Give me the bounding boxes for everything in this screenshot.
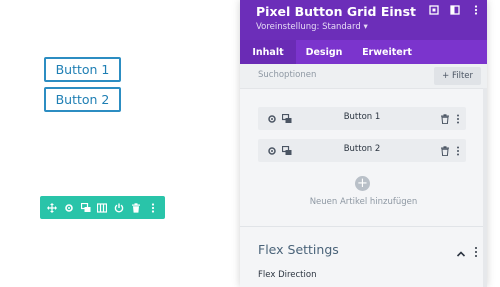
item-label: Button 1 bbox=[343, 112, 381, 122]
filter-button[interactable]: + Filter bbox=[434, 67, 481, 85]
item-label: Button 2 bbox=[343, 144, 381, 154]
section-title[interactable]: Flex Settings bbox=[258, 242, 339, 257]
tab-design[interactable]: Design bbox=[296, 40, 352, 64]
search-input[interactable]: Suchoptionen bbox=[258, 70, 316, 80]
chevron-up-icon[interactable] bbox=[456, 244, 466, 257]
list-item[interactable]: Button 1 bbox=[258, 107, 466, 130]
preset-dropdown[interactable]: Voreinstellung: Standard ▾ bbox=[256, 22, 368, 32]
panel-title: Pixel Button Grid Einstellun… bbox=[256, 4, 416, 19]
trash-icon[interactable] bbox=[439, 145, 450, 156]
tab-inhalt[interactable]: Inhalt bbox=[240, 40, 296, 64]
panel-tabs: Inhalt Design Erweitert bbox=[240, 40, 487, 64]
preview-button-1[interactable]: Button 1 bbox=[44, 57, 121, 82]
add-item-label[interactable]: Neuen Artikel hinzufügen bbox=[240, 197, 487, 207]
divider bbox=[240, 226, 487, 227]
tab-erweitert[interactable]: Erweitert bbox=[352, 40, 422, 64]
more-icon[interactable] bbox=[452, 145, 463, 156]
search-bar: Suchoptionen + Filter bbox=[240, 64, 487, 89]
fullscreen-icon[interactable] bbox=[428, 4, 439, 15]
panel-header: Pixel Button Grid Einstellun… Voreinstel… bbox=[240, 0, 487, 40]
power-icon[interactable] bbox=[113, 202, 125, 214]
preview-button-2[interactable]: Button 2 bbox=[44, 87, 121, 112]
duplicate-icon[interactable] bbox=[80, 202, 92, 214]
module-toolbar bbox=[40, 196, 165, 219]
flex-direction-label: Flex Direction bbox=[258, 270, 317, 280]
more-icon[interactable] bbox=[472, 243, 480, 257]
add-item-button[interactable]: + bbox=[355, 176, 370, 191]
trash-icon[interactable] bbox=[130, 202, 142, 214]
trash-icon[interactable] bbox=[439, 113, 450, 124]
list-item[interactable]: Button 2 bbox=[258, 139, 466, 162]
more-icon[interactable] bbox=[452, 113, 463, 124]
split-view-icon[interactable] bbox=[449, 4, 460, 15]
move-icon[interactable] bbox=[46, 202, 58, 214]
scrollbar[interactable] bbox=[483, 88, 487, 287]
gear-icon[interactable] bbox=[63, 202, 75, 214]
more-options-icon[interactable] bbox=[470, 4, 481, 15]
more-icon[interactable] bbox=[147, 202, 159, 214]
settings-panel: Pixel Button Grid Einstellun… Voreinstel… bbox=[240, 0, 487, 287]
columns-icon[interactable] bbox=[96, 202, 108, 214]
